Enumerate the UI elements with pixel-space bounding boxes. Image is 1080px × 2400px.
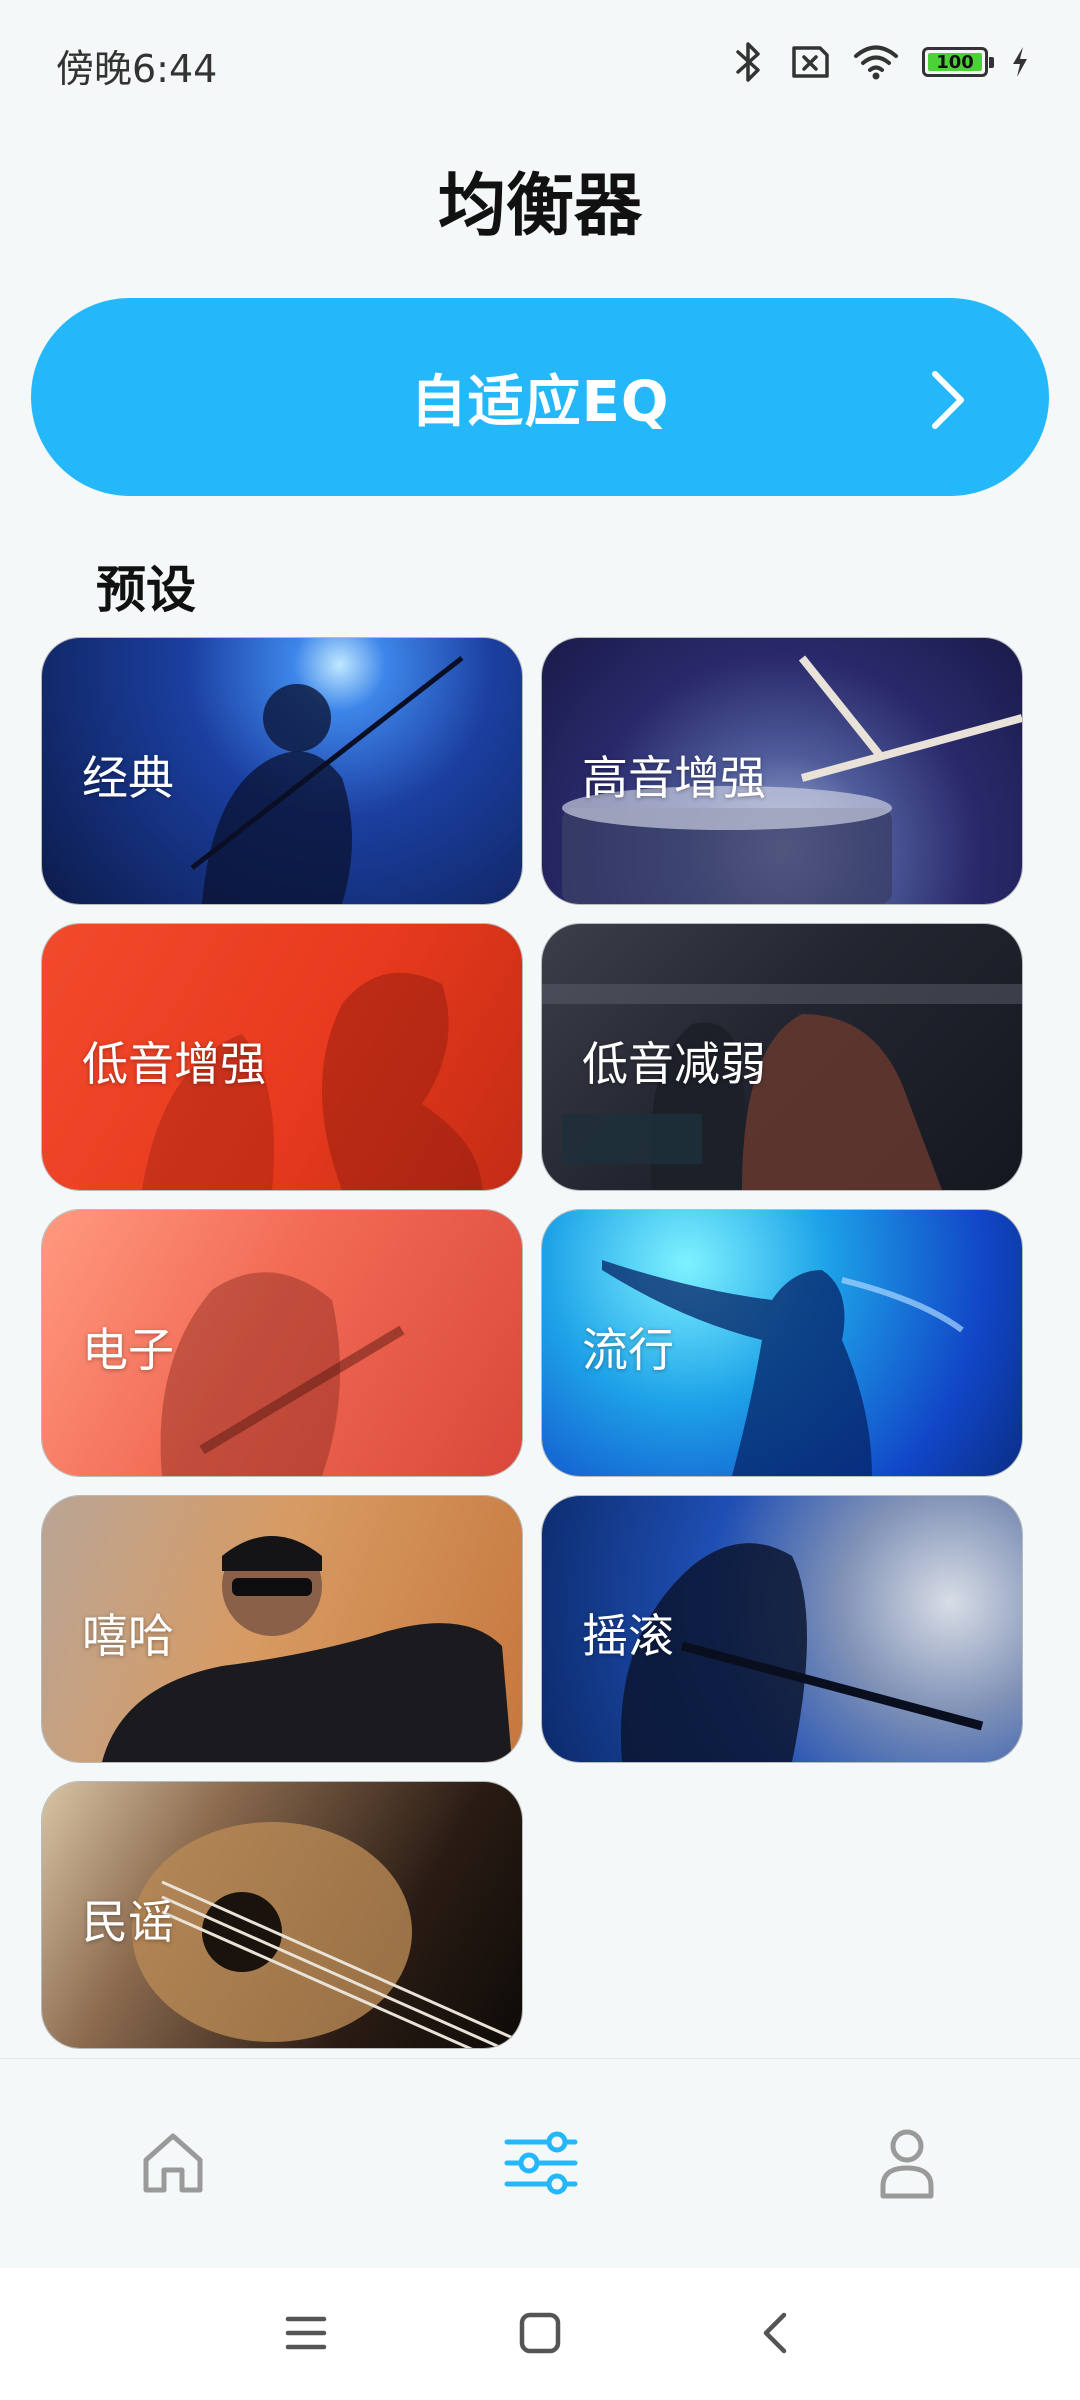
- adaptive-eq-label: 自适应EQ: [410, 369, 670, 435]
- preset-label: 民谣: [82, 1895, 174, 1949]
- charging-icon: [1010, 45, 1030, 79]
- equalizer-sliders-icon: [501, 2128, 581, 2202]
- nav-profile-tab[interactable]: [862, 2125, 952, 2205]
- back-icon: [756, 2309, 792, 2361]
- system-menu-button[interactable]: [276, 2308, 336, 2362]
- nav-equalizer-tab[interactable]: [496, 2125, 586, 2205]
- preset-label: 嘻哈: [82, 1609, 174, 1663]
- preset-card-treble-boost[interactable]: 高音增强: [542, 638, 1022, 904]
- battery-icon: 100: [922, 47, 994, 77]
- system-nav-bar: [0, 2268, 1080, 2400]
- sim-missing-icon: [788, 45, 830, 79]
- preset-label: 低音减弱: [582, 1037, 766, 1091]
- preset-card-bass-boost[interactable]: 低音增强: [42, 924, 522, 1190]
- status-bar: 傍晚6:44 100: [0, 0, 1080, 120]
- equalizer-screen: 傍晚6:44 100 均衡器 自适应EQ 预设 经典 高音增强 低音增强 低音减…: [0, 0, 1080, 2400]
- status-icons: 100: [730, 38, 1030, 86]
- presets-title: 预设: [96, 561, 196, 619]
- page-title: 均衡器: [437, 167, 642, 246]
- preset-label: 经典: [82, 751, 174, 805]
- preset-label: 流行: [582, 1323, 674, 1377]
- menu-icon: [284, 2313, 328, 2357]
- preset-label: 低音增强: [82, 1037, 266, 1091]
- user-icon: [877, 2126, 937, 2204]
- bottom-nav: [0, 2058, 1080, 2268]
- system-back-button[interactable]: [744, 2308, 804, 2362]
- preset-card-classic[interactable]: 经典: [42, 638, 522, 904]
- home-icon: [138, 2128, 208, 2202]
- preset-card-pop[interactable]: 流行: [542, 1210, 1022, 1476]
- preset-card-folk[interactable]: 民谣: [42, 1782, 522, 2048]
- preset-label: 摇滚: [582, 1609, 674, 1663]
- preset-label: 电子: [82, 1323, 174, 1377]
- system-home-button[interactable]: [510, 2308, 570, 2362]
- adaptive-eq-button[interactable]: 自适应EQ: [31, 298, 1049, 496]
- preset-card-hiphop[interactable]: 嘻哈: [42, 1496, 522, 1762]
- preset-card-electronic[interactable]: 电子: [42, 1210, 522, 1476]
- preset-label: 高音增强: [582, 751, 766, 805]
- preset-card-bass-reduce[interactable]: 低音减弱: [542, 924, 1022, 1190]
- battery-level: 100: [928, 52, 982, 73]
- bluetooth-icon: [730, 40, 766, 84]
- status-time: 傍晚6:44: [56, 47, 218, 91]
- preset-card-rock[interactable]: 摇滚: [542, 1496, 1022, 1762]
- chevron-right-icon: [927, 368, 967, 436]
- nav-home-tab[interactable]: [128, 2125, 218, 2205]
- home-square-icon: [518, 2311, 562, 2359]
- wifi-icon: [852, 43, 900, 81]
